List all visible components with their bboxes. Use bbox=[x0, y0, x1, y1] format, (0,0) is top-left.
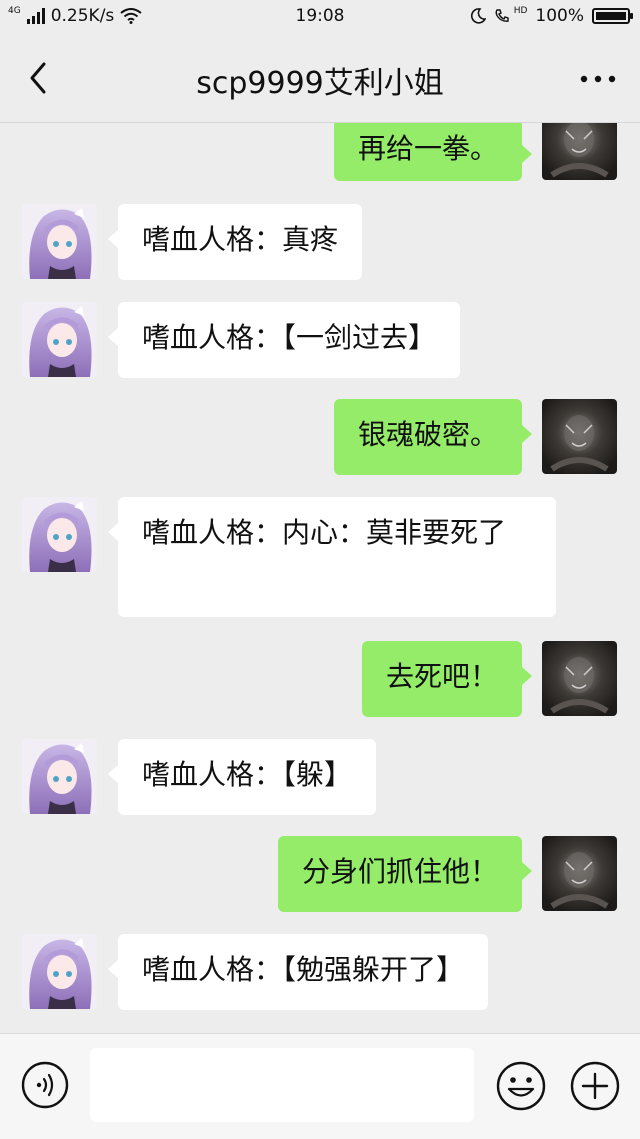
battery-percent: 100% bbox=[535, 6, 584, 26]
message-row: 银魂破密。 bbox=[0, 399, 640, 475]
girl-avatar[interactable] bbox=[22, 934, 97, 1009]
message-row: 嗜血人格：【一剑过去】 bbox=[0, 302, 640, 378]
girl-avatar-icon bbox=[22, 302, 97, 377]
battery-icon bbox=[592, 8, 633, 24]
message-bubble-incoming[interactable]: 嗜血人格：【躲】 bbox=[107, 739, 377, 815]
more-button[interactable] bbox=[578, 64, 618, 94]
dark-avatar-icon bbox=[542, 399, 617, 474]
page-title: scp9999艾利小姐 bbox=[196, 66, 444, 101]
emoji-icon bbox=[496, 1061, 546, 1111]
dark-avatar[interactable] bbox=[542, 123, 617, 180]
message-bubble-outgoing[interactable]: 去死吧！ bbox=[361, 641, 533, 717]
girl-avatar-icon bbox=[22, 934, 97, 1009]
phone-hd-icon bbox=[495, 9, 509, 22]
hd-label: HD bbox=[513, 6, 528, 16]
voice-button[interactable] bbox=[20, 1060, 70, 1110]
girl-avatar[interactable] bbox=[22, 204, 97, 279]
message-bubble-incoming[interactable]: 嗜血人格：内心：莫非要死了 bbox=[108, 497, 556, 617]
girl-avatar-icon bbox=[22, 204, 97, 279]
girl-avatar-icon bbox=[22, 497, 97, 572]
message-input[interactable] bbox=[90, 1048, 474, 1122]
message-bubble-outgoing[interactable]: 再给一拳。 bbox=[333, 123, 533, 181]
message-bubble-incoming[interactable]: 嗜血人格：真疼 bbox=[107, 204, 363, 280]
dark-avatar[interactable] bbox=[542, 641, 617, 716]
dark-avatar[interactable] bbox=[542, 836, 617, 911]
message-row: 再给一拳。 bbox=[0, 123, 640, 183]
status-bar: 4G 0.25K/s 19:08 HD 100% bbox=[0, 0, 640, 34]
message-row: 嗜血人格：【勉强躲开了】 bbox=[0, 934, 640, 1010]
message-bubble-outgoing[interactable]: 银魂破密。 bbox=[333, 399, 533, 475]
emoji-button[interactable] bbox=[495, 1060, 547, 1112]
message-bubble-incoming[interactable]: 嗜血人格：【一剑过去】 bbox=[107, 302, 461, 378]
dark-avatar-icon bbox=[542, 641, 617, 716]
dark-avatar[interactable] bbox=[542, 399, 617, 474]
status-right: HD 100% bbox=[470, 6, 633, 26]
chat-message-list[interactable]: 再给一拳。 嗜血人格：真疼 嗜血人格：【一剑过去】 银魂破密。 嗜血人格：内心：… bbox=[0, 123, 640, 1033]
dark-avatar-icon bbox=[542, 123, 617, 180]
moon-icon bbox=[470, 8, 486, 24]
girl-avatar[interactable] bbox=[22, 302, 97, 377]
girl-avatar[interactable] bbox=[22, 739, 97, 814]
input-bar bbox=[0, 1033, 640, 1139]
message-row: 分身们抓住他！ bbox=[0, 836, 640, 912]
message-row: 去死吧！ bbox=[0, 641, 640, 717]
plus-icon bbox=[570, 1061, 620, 1111]
message-row: 嗜血人格：真疼 bbox=[0, 204, 640, 280]
dark-avatar-icon bbox=[542, 836, 617, 911]
message-row: 嗜血人格：内心：莫非要死了 bbox=[0, 497, 640, 619]
message-bubble-incoming[interactable]: 嗜血人格：【勉强躲开了】 bbox=[107, 934, 489, 1010]
girl-avatar-icon bbox=[22, 739, 97, 814]
message-row: 嗜血人格：【躲】 bbox=[0, 739, 640, 815]
more-actions-button[interactable] bbox=[569, 1060, 621, 1112]
message-bubble-outgoing[interactable]: 分身们抓住他！ bbox=[277, 836, 533, 912]
voice-icon bbox=[21, 1061, 69, 1109]
more-dots-icon bbox=[580, 75, 616, 83]
chat-header: scp9999艾利小姐 bbox=[0, 34, 640, 123]
girl-avatar[interactable] bbox=[22, 497, 97, 572]
